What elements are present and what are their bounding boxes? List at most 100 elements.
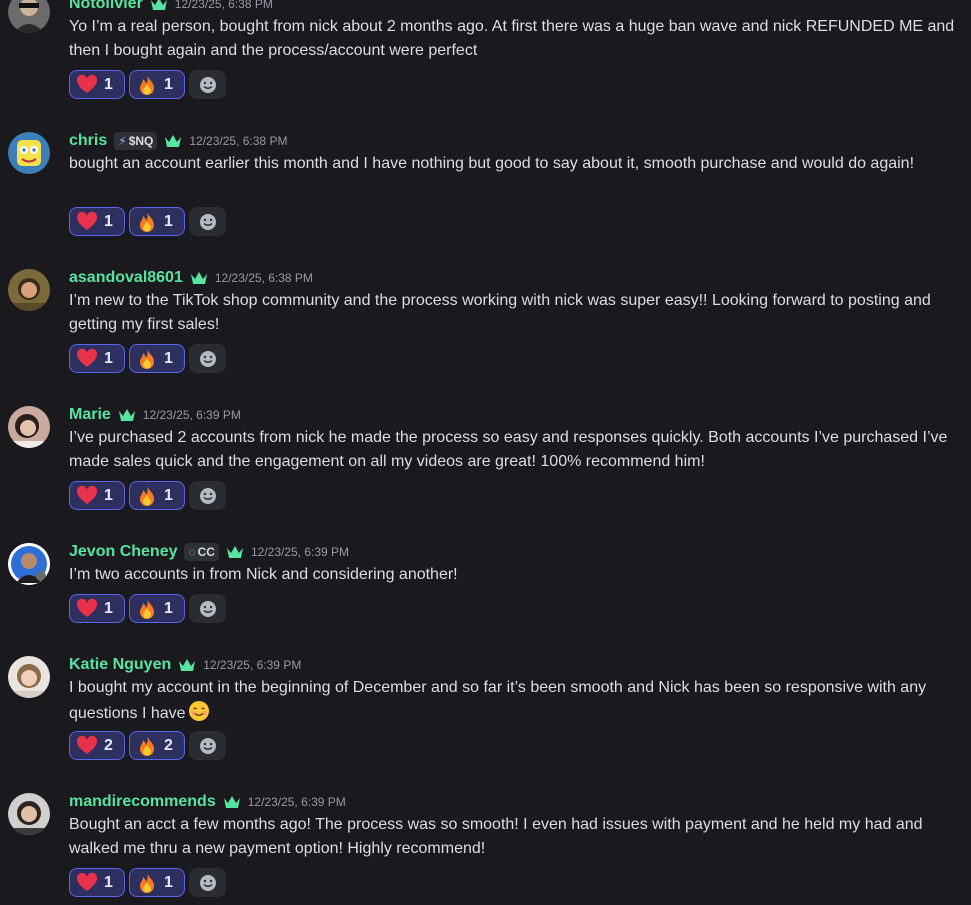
reaction-fire[interactable]: 2	[129, 731, 185, 760]
reaction-count: 1	[104, 75, 113, 93]
crown-icon	[118, 408, 136, 422]
reaction-count: 2	[164, 736, 173, 754]
username[interactable]: asandoval8601	[69, 269, 183, 287]
heart-icon	[76, 485, 98, 507]
heart-icon	[76, 74, 98, 96]
timestamp: 12/23/25, 6:39 PM	[142, 408, 241, 422]
add-reaction-button[interactable]	[189, 731, 226, 760]
username[interactable]: Katie Nguyen	[69, 656, 171, 674]
message-text: bought an account earlier this month and…	[69, 155, 915, 172]
crown-icon	[226, 545, 244, 559]
reactions-bar: 1 1	[69, 207, 226, 236]
username[interactable]: Jevon Cheney	[69, 543, 177, 561]
timestamp: 12/23/25, 6:38 PM	[214, 271, 313, 285]
reaction-fire[interactable]: 1	[129, 70, 185, 99]
crown-icon	[150, 0, 168, 11]
user-avatar[interactable]	[8, 406, 50, 448]
user-avatar[interactable]	[8, 656, 50, 698]
reaction-fire[interactable]: 1	[129, 207, 185, 236]
ring-icon: ◌	[188, 545, 196, 559]
reaction-count: 2	[104, 736, 113, 754]
username[interactable]: chris	[69, 132, 107, 150]
username[interactable]: Notolivier	[69, 0, 143, 13]
reactions-bar: 1 1	[69, 70, 226, 99]
fire-icon	[136, 74, 158, 96]
user-avatar[interactable]	[8, 0, 50, 33]
heart-icon	[76, 598, 98, 620]
username[interactable]: mandirecommends	[69, 793, 216, 811]
crown-icon	[190, 271, 208, 285]
add-reaction-button[interactable]	[189, 868, 226, 897]
reaction-fire[interactable]: 1	[129, 594, 185, 623]
reaction-heart[interactable]: 1	[69, 868, 125, 897]
reaction-count: 1	[164, 486, 173, 504]
add-reaction-button[interactable]	[189, 481, 226, 510]
reactions-bar: 1 1	[69, 481, 226, 510]
message-text: I bought my account in the beginning of …	[69, 676, 964, 730]
reaction-fire[interactable]: 1	[129, 481, 185, 510]
fire-icon	[136, 872, 158, 894]
reaction-count: 1	[104, 349, 113, 367]
heart-icon	[76, 348, 98, 370]
clan-tag[interactable]: ◌ CC	[184, 543, 219, 561]
user-avatar[interactable]	[8, 793, 50, 835]
reactions-bar: 2 2	[69, 731, 226, 760]
reaction-heart[interactable]: 1	[69, 594, 125, 623]
add-reaction-button[interactable]	[189, 594, 226, 623]
fire-icon	[136, 598, 158, 620]
reaction-count: 1	[164, 599, 173, 617]
timestamp: 12/23/25, 6:38 PM	[174, 0, 273, 11]
clan-tag-label: CC	[197, 545, 215, 559]
timestamp: 12/23/25, 6:38 PM	[189, 134, 288, 148]
lightning-icon: ⚡	[118, 134, 127, 148]
fire-icon	[136, 348, 158, 370]
add-reaction-icon	[199, 213, 216, 230]
user-avatar[interactable]	[8, 543, 50, 585]
reaction-heart[interactable]: 2	[69, 731, 125, 760]
add-reaction-icon	[199, 76, 216, 93]
user-avatar[interactable]	[8, 132, 50, 174]
crown-icon	[178, 658, 196, 672]
reaction-count: 1	[164, 349, 173, 367]
reaction-heart[interactable]: 1	[69, 70, 125, 99]
reaction-count: 1	[164, 75, 173, 93]
add-reaction-icon	[199, 874, 216, 891]
crown-icon	[164, 134, 182, 148]
reaction-count: 1	[164, 212, 173, 230]
reactions-bar: 1 1	[69, 344, 226, 373]
add-reaction-button[interactable]	[189, 344, 226, 373]
reactions-bar: 1 1	[69, 868, 226, 897]
clan-tag[interactable]: ⚡ $NQ	[114, 132, 158, 150]
timestamp: 12/23/25, 6:39 PM	[203, 658, 302, 672]
reaction-count: 1	[104, 212, 113, 230]
reaction-count: 1	[104, 873, 113, 891]
message-text: I’m new to the TikTok shop community and…	[69, 292, 931, 333]
heart-icon	[76, 872, 98, 894]
reaction-fire[interactable]: 1	[129, 344, 185, 373]
add-reaction-button[interactable]	[189, 207, 226, 236]
message-text: I’ve purchased 2 accounts from nick he m…	[69, 429, 948, 470]
user-avatar[interactable]	[8, 269, 50, 311]
message-text: Bought an acct a few months ago! The pro…	[69, 816, 923, 857]
heart-icon	[76, 735, 98, 757]
add-reaction-button[interactable]	[189, 70, 226, 99]
reaction-count: 1	[104, 486, 113, 504]
reactions-bar: 1 1	[69, 594, 226, 623]
reaction-heart[interactable]: 1	[69, 207, 125, 236]
reaction-count: 1	[164, 873, 173, 891]
crown-icon	[223, 795, 241, 809]
reaction-count: 1	[104, 599, 113, 617]
add-reaction-icon	[199, 600, 216, 617]
clan-tag-label: $NQ	[128, 134, 154, 148]
username[interactable]: Marie	[69, 406, 111, 424]
reaction-heart[interactable]: 1	[69, 481, 125, 510]
add-reaction-icon	[199, 350, 216, 367]
reaction-fire[interactable]: 1	[129, 868, 185, 897]
timestamp: 12/23/25, 6:39 PM	[250, 545, 350, 559]
message-text: Yo I’m a real person, bought from nick a…	[69, 18, 955, 59]
fire-icon	[136, 485, 158, 507]
message-text: I’m two accounts in from Nick and consid…	[69, 566, 458, 583]
reaction-heart[interactable]: 1	[69, 344, 125, 373]
fire-icon	[136, 211, 158, 233]
add-reaction-icon	[199, 487, 216, 504]
